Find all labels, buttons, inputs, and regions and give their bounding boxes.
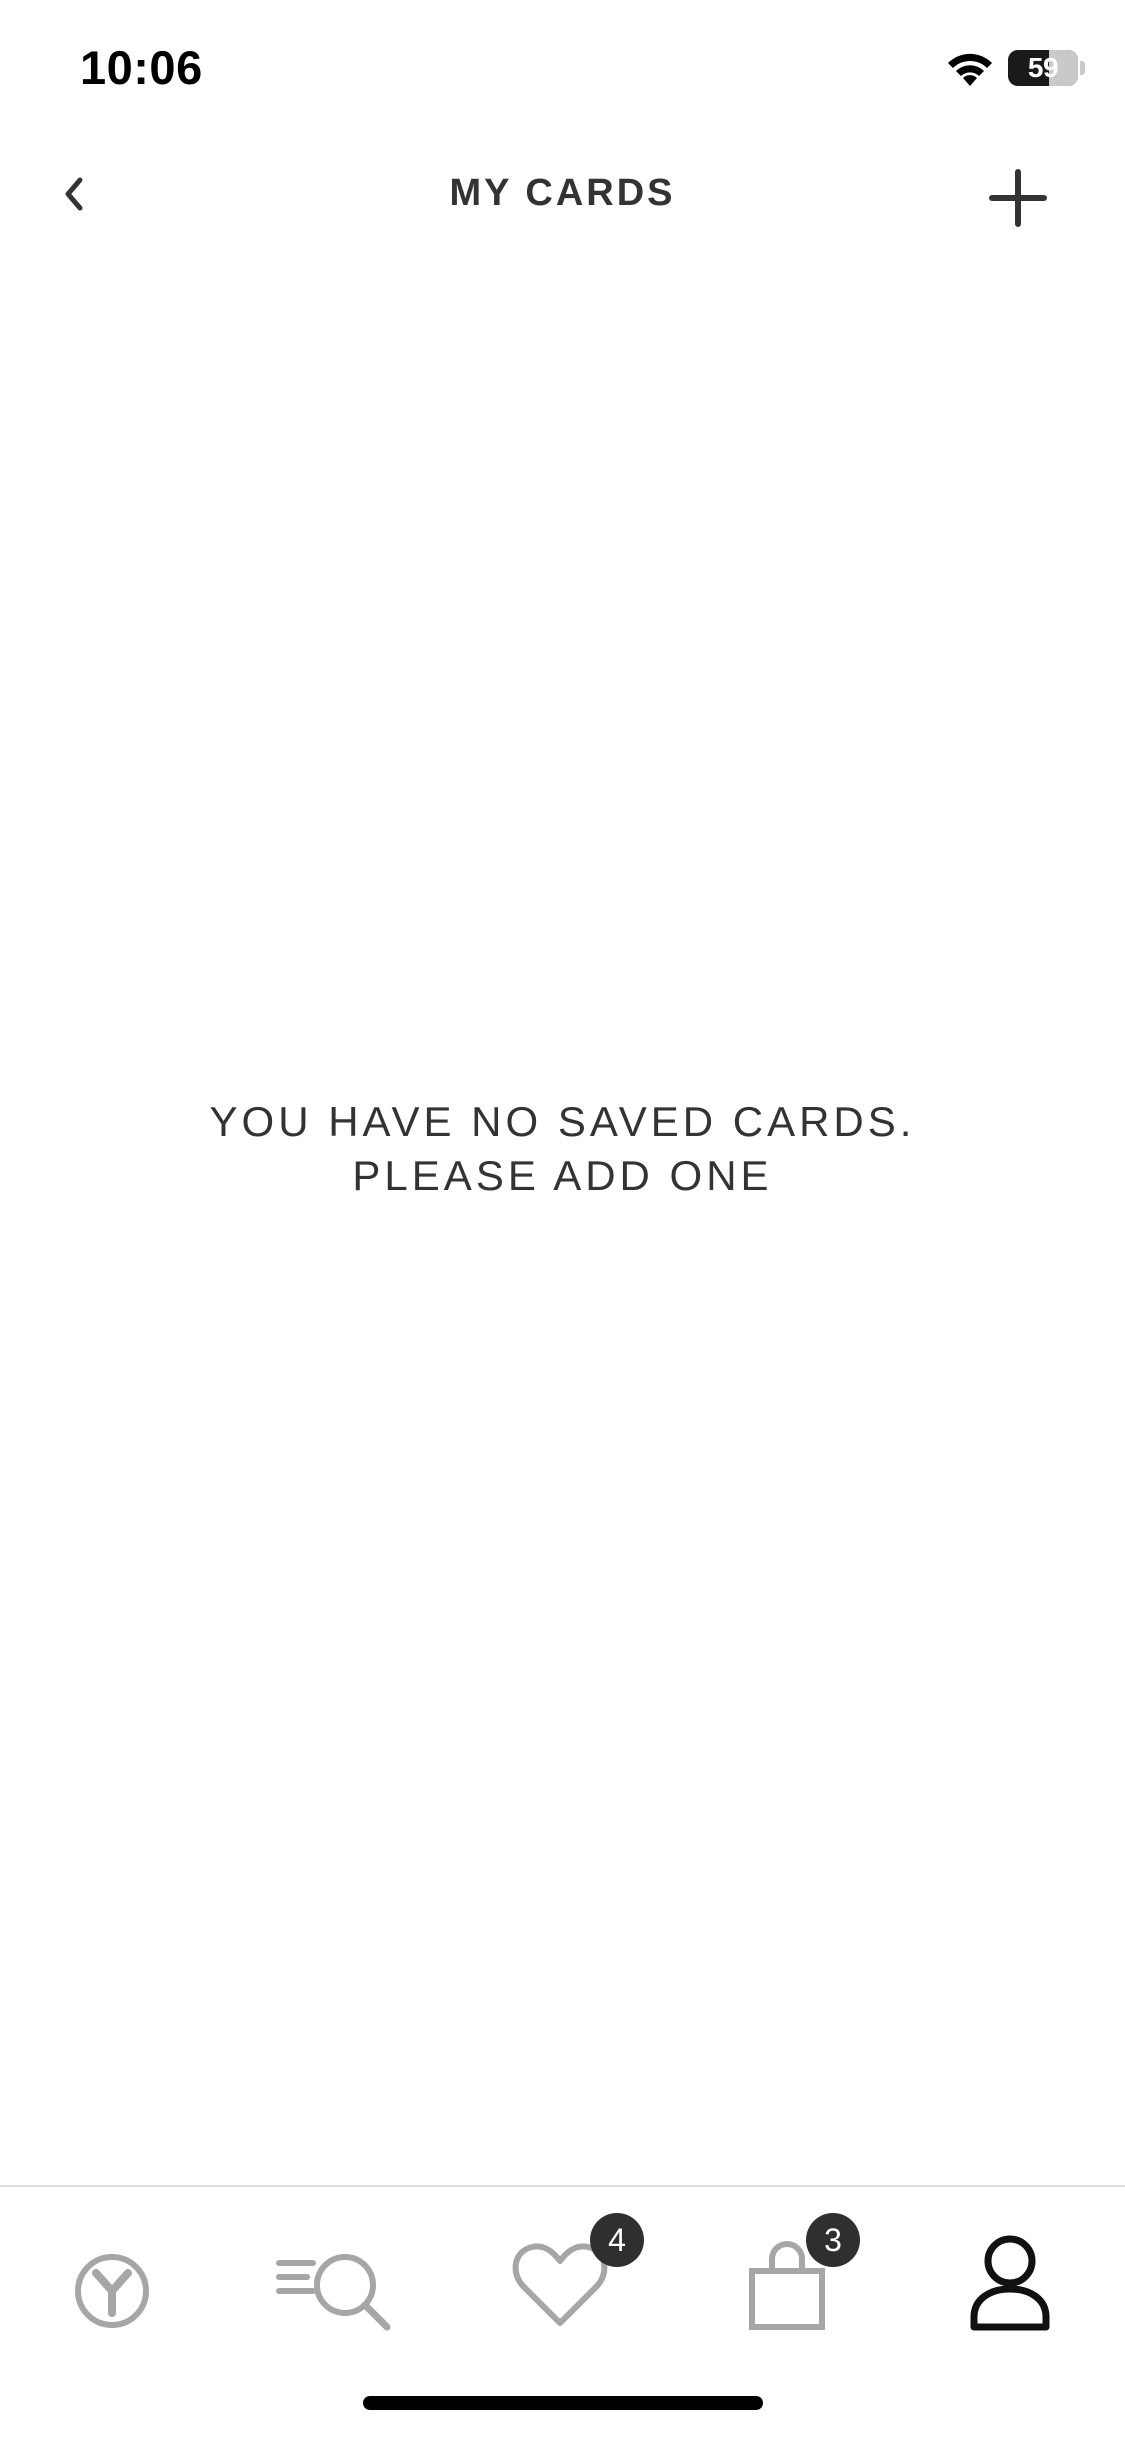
home-indicator — [363, 2396, 763, 2410]
wishlist-count-badge: 4 — [590, 2213, 644, 2267]
person-icon — [970, 2235, 1050, 2331]
menu-search-icon — [276, 2254, 391, 2331]
tab-search[interactable] — [275, 2217, 395, 2337]
tab-home[interactable] — [52, 2217, 172, 2337]
bag-count-badge: 3 — [806, 2213, 860, 2267]
brand-logo-icon — [75, 2254, 149, 2328]
battery-tip — [1080, 61, 1085, 75]
nav-bar: MY CARDS — [0, 140, 1125, 260]
status-bar: 10:06 59 — [0, 0, 1125, 132]
add-card-button[interactable] — [980, 160, 1056, 236]
empty-state-message: YOU HAVE NO SAVED CARDS. PLEASE ADD ONE — [0, 1095, 1125, 1203]
plus-icon — [989, 169, 1047, 227]
battery-icon: 59 — [1008, 50, 1078, 86]
empty-state-line2: PLEASE ADD ONE — [352, 1152, 773, 1199]
tab-account[interactable] — [952, 2217, 1072, 2337]
empty-state-line1: YOU HAVE NO SAVED CARDS. — [209, 1098, 916, 1145]
battery-percent: 59 — [1027, 52, 1059, 83]
tab-bag[interactable]: 3 — [726, 2213, 860, 2337]
status-time: 10:06 — [80, 41, 203, 94]
page-title: MY CARDS — [449, 172, 676, 214]
tab-wishlist[interactable]: 4 — [500, 2213, 644, 2337]
wifi-icon — [948, 53, 992, 86]
